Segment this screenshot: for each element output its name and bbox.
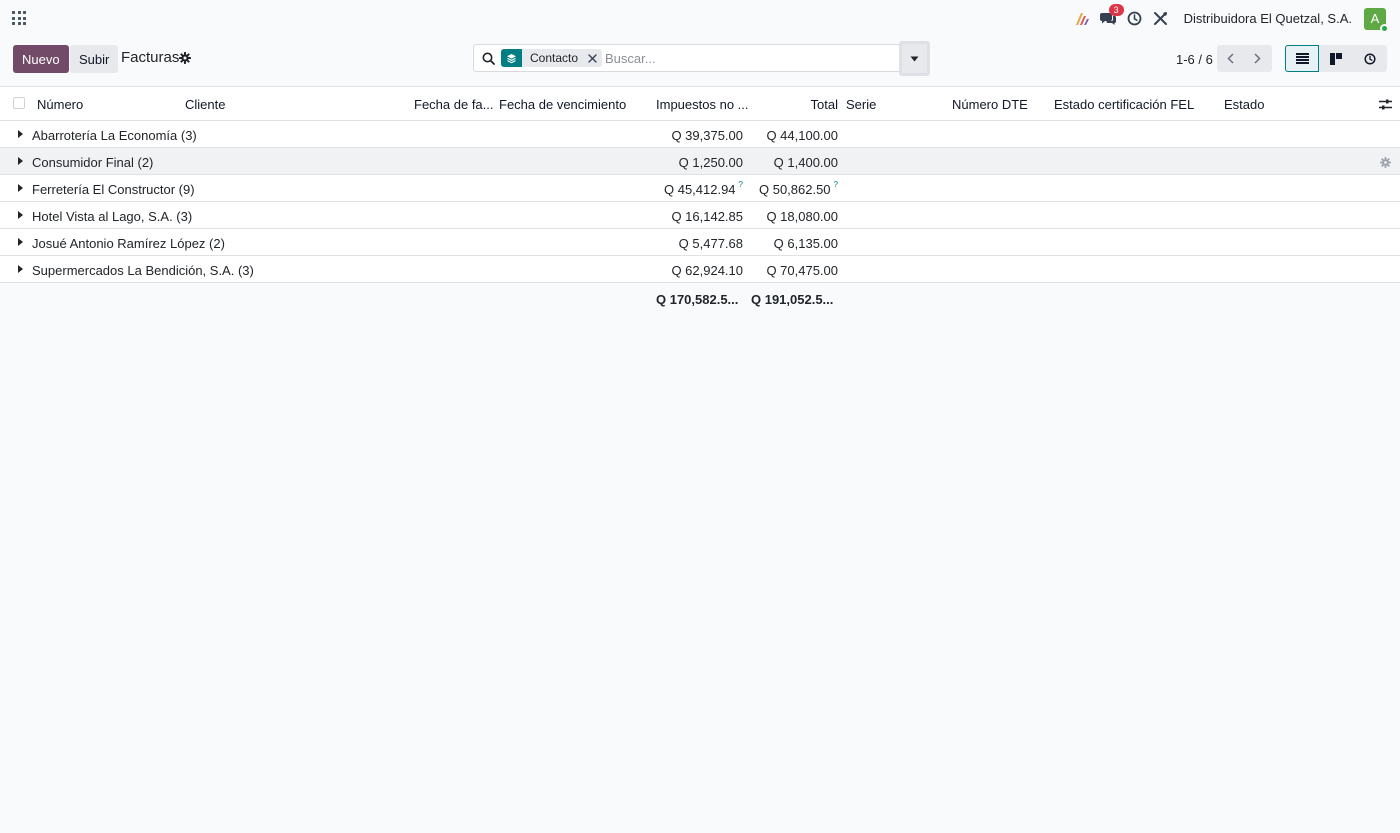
column-header-fecha-factura[interactable]: Fecha de fa... xyxy=(414,97,494,112)
group-row[interactable]: Hotel Vista al Lago, S.A. (3) Q 16,142.8… xyxy=(0,202,1400,229)
messages-button[interactable]: 3 xyxy=(1096,4,1124,31)
footer-grand-total: Q 191,052.5... xyxy=(751,292,834,307)
pager-buttons xyxy=(1217,45,1272,72)
optional-columns-icon[interactable] xyxy=(1379,98,1392,113)
caret-right-icon xyxy=(18,184,23,192)
group-row[interactable]: Josué Antonio Ramírez López (2) Q 5,477.… xyxy=(0,229,1400,256)
caret-right-icon xyxy=(18,211,23,219)
company-switcher[interactable]: Distribuidora El Quetzal, S.A. xyxy=(1184,11,1352,26)
group-total-amount: Q 44,100.00 xyxy=(766,128,838,143)
column-header-estado[interactable]: Estado xyxy=(1224,97,1264,112)
group-name: Consumidor Final (2) xyxy=(32,155,154,170)
tools-icon xyxy=(1154,12,1168,25)
view-switcher xyxy=(1285,45,1387,72)
list-icon xyxy=(1295,53,1309,64)
invoice-list: Número Cliente Fecha de fa... Fecha de v… xyxy=(0,87,1400,314)
select-all-checkbox[interactable] xyxy=(13,97,25,109)
debug-tools-button[interactable] xyxy=(1148,6,1174,31)
kanban-icon xyxy=(1330,52,1342,65)
currency-mismatch-mark: ? xyxy=(738,180,743,189)
table-header: Número Cliente Fecha de fa... Fecha de v… xyxy=(0,87,1400,121)
amount-value: Q 45,412.94 xyxy=(663,182,736,197)
search-bar: Contacto xyxy=(473,44,901,72)
column-header-impuestos[interactable]: Impuestos no ... xyxy=(656,97,749,112)
column-header-numero-dte[interactable]: Número DTE xyxy=(952,97,1028,112)
group-total-amount: Q 18,080.00 xyxy=(766,209,838,224)
caret-right-icon xyxy=(18,157,23,165)
column-header-estado-fel[interactable]: Estado certificación FEL xyxy=(1054,97,1194,112)
group-row[interactable]: Consumidor Final (2) Q 1,250.00 Q 1,400.… xyxy=(0,148,1400,175)
column-header-cliente[interactable]: Cliente xyxy=(185,97,225,112)
group-row[interactable]: Supermercados La Bendición, S.A. (3) Q 6… xyxy=(0,256,1400,283)
group-total-amount: Q 70,475.00 xyxy=(766,263,838,278)
pager-next-button[interactable] xyxy=(1244,45,1271,72)
groupby-facet: Contacto xyxy=(501,49,603,67)
navbar-systray: 3 Distribuidora El Quetzal, S.A. A xyxy=(1070,4,1389,33)
app-menu-icon[interactable] xyxy=(12,11,26,25)
column-header-total[interactable]: Total xyxy=(811,97,838,112)
column-header-numero[interactable]: Número xyxy=(37,97,83,112)
group-name: Ferretería El Constructor (9) xyxy=(32,182,195,197)
column-header-serie[interactable]: Serie xyxy=(846,97,876,112)
user-avatar[interactable]: A xyxy=(1364,7,1389,33)
group-name: Abarrotería La Economía (3) xyxy=(32,128,197,143)
group-untaxed-amount: Q 1,250.00 xyxy=(678,155,743,170)
new-button[interactable]: Nuevo xyxy=(13,45,69,73)
control-panel: Nuevo Subir Facturas Contacto Buscar... … xyxy=(0,37,1400,87)
group-rows: Abarrotería La Economía (3) Q 39,375.00 … xyxy=(0,121,1400,283)
group-total-amount: Q 1,400.00 xyxy=(773,155,838,170)
group-untaxed-amount: Q 62,924.10 xyxy=(671,263,743,278)
activities-button[interactable] xyxy=(1122,6,1148,31)
group-name: Josué Antonio Ramírez López (2) xyxy=(32,236,225,251)
avatar-initial: A xyxy=(1370,11,1380,26)
caret-right-icon xyxy=(18,238,23,246)
chevron-left-icon xyxy=(1227,53,1234,64)
group-name: Supermercados La Bendición, S.A. (3) xyxy=(32,263,254,278)
footer-untaxed-total: Q 170,582.5... xyxy=(656,292,739,307)
pager-previous-button[interactable] xyxy=(1217,45,1244,72)
group-row[interactable]: Ferretería El Constructor (9) Q 45,412.9… xyxy=(0,175,1400,202)
caret-down-icon xyxy=(910,56,919,61)
group-untaxed-amount: Q 45,412.94? xyxy=(663,180,743,197)
actions-gear-icon[interactable] xyxy=(179,52,191,67)
chevron-right-icon xyxy=(1254,53,1261,64)
pager-value[interactable]: 1-6 / 6 xyxy=(1176,52,1213,67)
column-header-fecha-vencimiento[interactable]: Fecha de vencimiento xyxy=(499,97,626,112)
online-status-dot xyxy=(1380,23,1389,33)
group-settings-gear-icon[interactable] xyxy=(1380,156,1391,171)
ai-assistant-icon[interactable] xyxy=(1070,6,1096,31)
kanban-view-button[interactable] xyxy=(1319,45,1353,72)
clock-icon xyxy=(1127,11,1142,26)
list-view-button[interactable] xyxy=(1285,45,1319,72)
facet-label: Contacto xyxy=(530,51,579,65)
caret-right-icon xyxy=(18,130,23,138)
group-untaxed-amount: Q 39,375.00 xyxy=(671,128,743,143)
group-name: Hotel Vista al Lago, S.A. (3) xyxy=(32,209,193,224)
group-row[interactable]: Abarrotería La Economía (3) Q 39,375.00 … xyxy=(0,121,1400,148)
table-footer-totals: Q 170,582.5... Q 191,052.5... xyxy=(0,283,1400,314)
caret-right-icon xyxy=(18,265,23,273)
search-icon[interactable] xyxy=(482,52,495,68)
top-navbar: 3 Distribuidora El Quetzal, S.A. A xyxy=(0,0,1400,37)
activity-view-button[interactable] xyxy=(1353,45,1387,72)
remove-facet-icon[interactable] xyxy=(584,49,600,67)
amount-value: Q 50,862.50 xyxy=(758,182,831,197)
group-untaxed-amount: Q 5,477.68 xyxy=(678,236,743,251)
group-untaxed-amount: Q 16,142.85 xyxy=(671,209,743,224)
upload-button[interactable]: Subir xyxy=(70,45,119,73)
currency-mismatch-mark: ? xyxy=(833,180,838,189)
layers-icon xyxy=(501,49,522,67)
group-total-amount: Q 6,135.00 xyxy=(773,236,838,251)
search-input[interactable] xyxy=(605,49,895,67)
page-title: Facturas xyxy=(121,49,180,66)
search-options-toggle[interactable] xyxy=(899,41,930,76)
clock-icon xyxy=(1364,52,1376,65)
group-total-amount: Q 50,862.50? xyxy=(758,180,838,197)
